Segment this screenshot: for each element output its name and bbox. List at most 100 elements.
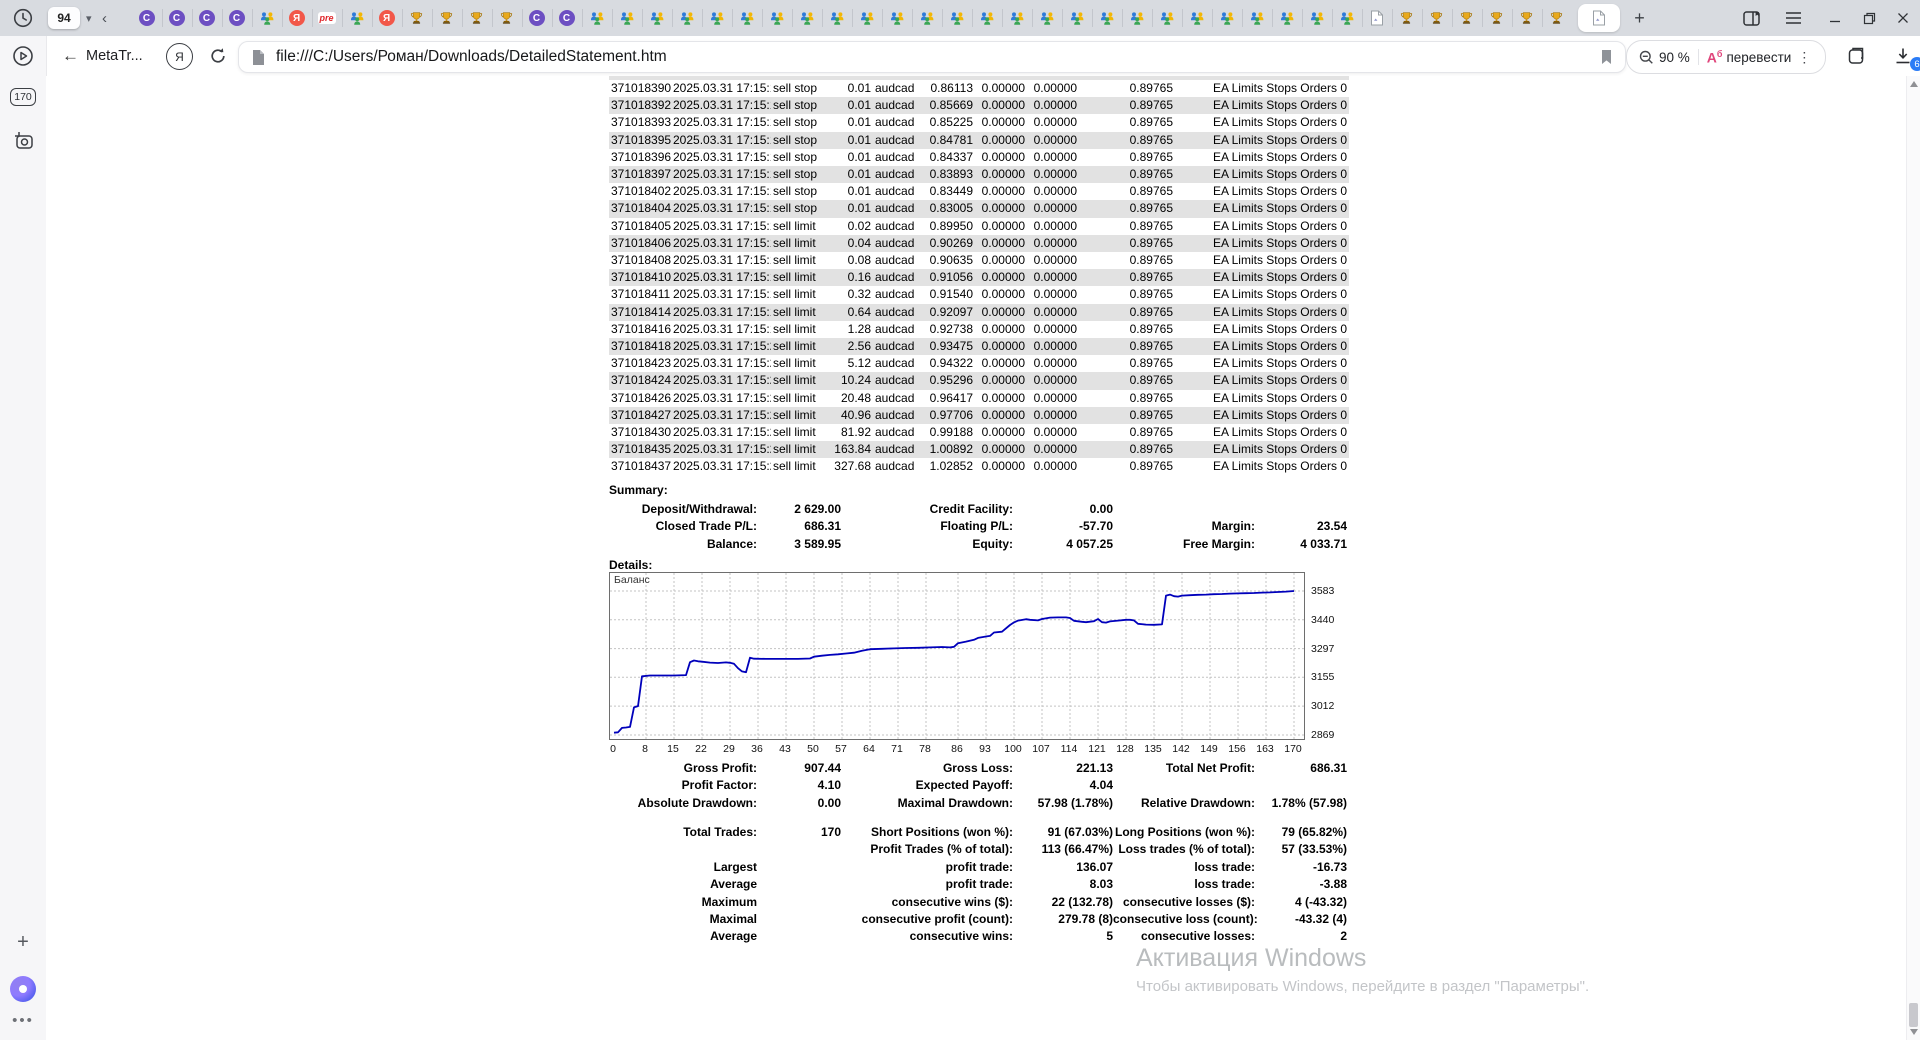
- stat-cell: -16.73: [1312, 859, 1347, 874]
- broker-favicon-tab[interactable]: C: [221, 0, 252, 36]
- collections-icon[interactable]: [1840, 36, 1874, 76]
- people-favicon-tab[interactable]: [701, 0, 732, 36]
- people-favicon-tab[interactable]: [581, 0, 612, 36]
- people-favicon-tab[interactable]: [341, 0, 372, 36]
- stat-cell: Margin:: [1211, 519, 1255, 534]
- people-favicon-tab[interactable]: [1031, 0, 1062, 36]
- order-row: 3710184042025.03.31 17:15:14sell stop0.0…: [609, 200, 1349, 218]
- trophy-favicon-tab[interactable]: [491, 0, 522, 36]
- trophy-favicon-tab[interactable]: [1451, 0, 1482, 36]
- broker-favicon-tab[interactable]: C: [551, 0, 582, 36]
- trophy-favicon-tab[interactable]: [1481, 0, 1512, 36]
- trophy-favicon-tab[interactable]: [1511, 0, 1542, 36]
- stat-cell: -57.70: [1078, 519, 1113, 534]
- pre-favicon-tab[interactable]: pre: [311, 0, 342, 36]
- reload-icon[interactable]: [208, 36, 228, 76]
- people-favicon-tab[interactable]: [761, 0, 792, 36]
- people-favicon-tab[interactable]: [881, 0, 912, 36]
- x-tick-label: 156: [1228, 743, 1246, 755]
- sidebar-more-icon[interactable]: •••: [0, 1012, 46, 1029]
- downloads-button[interactable]: 6: [1886, 36, 1920, 76]
- order-row: 3710184052025.03.31 17:15:14sell limit0.…: [611, 218, 1347, 233]
- video-panel-icon[interactable]: [0, 44, 46, 68]
- people-favicon-tab[interactable]: [251, 0, 282, 36]
- screenshot-icon[interactable]: [0, 129, 46, 153]
- people-favicon-tab[interactable]: [971, 0, 1002, 36]
- people-favicon-tab[interactable]: [1241, 0, 1272, 36]
- trophy-favicon-tab[interactable]: [401, 0, 432, 36]
- bookmark-icon[interactable]: [1600, 49, 1613, 65]
- back-button[interactable]: ← MetaTr...: [62, 36, 143, 76]
- people-favicon-tab[interactable]: [851, 0, 882, 36]
- orders-table: 3710183902025.03.31 17:15:10sell stop0.0…: [609, 80, 1349, 476]
- close-button[interactable]: [1886, 0, 1920, 36]
- trophy-favicon-tab[interactable]: [461, 0, 492, 36]
- scroll-down-icon[interactable]: [1910, 1029, 1918, 1035]
- minimize-button[interactable]: [1818, 0, 1852, 36]
- x-tick-label: 93: [979, 743, 991, 755]
- yandex-favicon-tab[interactable]: Я: [281, 0, 312, 36]
- translate-button[interactable]: Аб перевести: [1707, 49, 1792, 64]
- scroll-up-icon[interactable]: [1910, 81, 1918, 87]
- people-favicon-tab[interactable]: [641, 0, 672, 36]
- people-favicon-tab[interactable]: [791, 0, 822, 36]
- alice-icon[interactable]: [0, 976, 46, 1002]
- stat-cell: 686.31: [804, 519, 841, 534]
- browser-window: 94 ▾ ‹ C C C C Яpre Я C C + ← MetaTr... …: [0, 0, 1920, 1040]
- url-field[interactable]: file:///C:/Users/Роман/Downloads/Detaile…: [238, 41, 1626, 73]
- stat-cell: Maximum: [701, 894, 757, 909]
- people-favicon-tab[interactable]: [1121, 0, 1152, 36]
- sidebar-add-icon[interactable]: +: [0, 931, 46, 954]
- history-icon[interactable]: [0, 0, 46, 36]
- zoom-control[interactable]: 90 %: [1639, 50, 1690, 65]
- vertical-scrollbar[interactable]: [1906, 76, 1920, 1040]
- stat-cell: consecutive profit (count):: [861, 912, 1013, 927]
- tab-count-badge[interactable]: 170: [0, 88, 46, 106]
- yandex-search-icon[interactable]: Я: [166, 43, 193, 70]
- broker-favicon-tab[interactable]: C: [161, 0, 192, 36]
- trophy-favicon-tab[interactable]: [1421, 0, 1452, 36]
- people-favicon-tab[interactable]: [911, 0, 942, 36]
- scrollbar-thumb[interactable]: [1909, 1003, 1918, 1027]
- stat-cell: Gross Loss:: [942, 761, 1013, 775]
- people-favicon-tab[interactable]: [1091, 0, 1122, 36]
- stat-cell: 23.54: [1316, 519, 1347, 534]
- broker-favicon-tab[interactable]: C: [191, 0, 222, 36]
- people-favicon-tab[interactable]: [1151, 0, 1182, 36]
- yandex-favicon-tab[interactable]: Я: [371, 0, 402, 36]
- order-row: 3710184272025.03.31 17:15:23sell limit40…: [609, 406, 1349, 425]
- people-favicon-tab[interactable]: [731, 0, 762, 36]
- side-panel-icon[interactable]: [1736, 0, 1766, 36]
- active-tab[interactable]: [1577, 4, 1620, 32]
- stat-cell: [1255, 777, 1347, 794]
- trophy-favicon-tab[interactable]: [1391, 0, 1422, 36]
- stat-cell: [757, 894, 841, 911]
- kebab-menu-icon[interactable]: ⋮: [1797, 49, 1812, 66]
- broker-favicon-tab[interactable]: C: [521, 0, 552, 36]
- doc-favicon-tab[interactable]: [1361, 0, 1392, 36]
- trophy-favicon-tab[interactable]: [431, 0, 462, 36]
- restore-button[interactable]: [1852, 0, 1886, 36]
- people-favicon-tab[interactable]: [821, 0, 852, 36]
- back-arrow-icon: ←: [62, 46, 79, 65]
- people-favicon-tab[interactable]: [1301, 0, 1332, 36]
- tab-counter[interactable]: 94 ▾: [48, 7, 92, 29]
- stat-cell: Short Positions (won %):: [871, 825, 1013, 839]
- people-favicon-tab[interactable]: [611, 0, 642, 36]
- tab-scroll-left-icon[interactable]: ‹: [92, 0, 118, 36]
- people-favicon-tab[interactable]: [671, 0, 702, 36]
- people-favicon-tab[interactable]: [1211, 0, 1242, 36]
- details-grid-1: Gross Profit: 907.44 Gross Loss: 221.13 Tota…: [609, 760, 1347, 812]
- zoom-level: 90 %: [1659, 49, 1690, 65]
- menu-icon[interactable]: [1778, 0, 1808, 36]
- people-favicon-tab[interactable]: [1181, 0, 1212, 36]
- people-favicon-tab[interactable]: [1271, 0, 1302, 36]
- people-favicon-tab[interactable]: [1061, 0, 1092, 36]
- new-tab-button[interactable]: +: [1626, 4, 1654, 32]
- broker-favicon-tab[interactable]: C: [132, 0, 162, 36]
- people-favicon-tab[interactable]: [1331, 0, 1362, 36]
- trophy-favicon-tab[interactable]: [1541, 0, 1572, 36]
- people-favicon-tab[interactable]: [941, 0, 972, 36]
- people-favicon-tab[interactable]: [1001, 0, 1032, 36]
- stat-cell: consecutive wins:: [909, 929, 1013, 944]
